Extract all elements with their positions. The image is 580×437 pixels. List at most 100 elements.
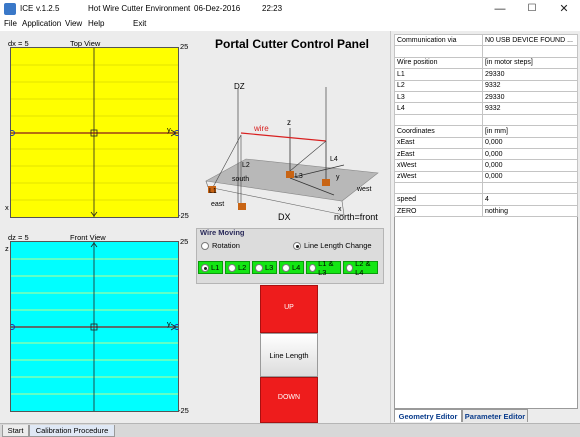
diagram-west-label: west bbox=[356, 186, 371, 193]
info-key: ZERO bbox=[394, 204, 483, 218]
menu-exit[interactable]: Exit bbox=[133, 19, 146, 28]
info-key: L4 bbox=[394, 102, 483, 115]
bottom-tab-bar: Start Calibration Procedure bbox=[0, 423, 580, 437]
info-row: Coordinates [in mm] bbox=[394, 125, 578, 138]
line-length-display: Line Length bbox=[260, 333, 318, 377]
line-l2-l4-radio-indicator bbox=[346, 263, 354, 272]
info-row: Wire position [in motor steps] bbox=[394, 56, 578, 70]
up-button-label: UP bbox=[284, 304, 294, 311]
info-row: zEast 0,000 bbox=[394, 147, 578, 161]
info-value bbox=[482, 182, 578, 195]
info-key: xEast bbox=[394, 136, 483, 149]
info-key: Communication via bbox=[394, 33, 483, 47]
menu-file[interactable]: File bbox=[4, 19, 17, 28]
info-key bbox=[394, 45, 483, 58]
info-value: 0,000 bbox=[482, 147, 578, 161]
info-key: zWest bbox=[394, 170, 483, 184]
line-l1-label: L1 bbox=[211, 263, 220, 272]
info-value: [in mm] bbox=[482, 125, 578, 138]
motor-l4 bbox=[322, 179, 330, 186]
info-value: 0,000 bbox=[482, 170, 578, 184]
line-button-l4[interactable]: L4 bbox=[279, 261, 304, 274]
info-table: Communication via N0 USB DEVICE FOUND ...… bbox=[394, 33, 578, 218]
info-row: speed 4 bbox=[394, 193, 578, 206]
info-value: 0,000 bbox=[482, 136, 578, 149]
line-button-l1-l3[interactable]: L1 & L3 bbox=[306, 258, 341, 277]
info-value: 4 bbox=[482, 193, 578, 206]
menu-help[interactable]: Help bbox=[88, 19, 104, 28]
top-view-max: 25 bbox=[180, 42, 189, 51]
menu-view[interactable]: View bbox=[65, 19, 82, 28]
info-key bbox=[394, 113, 483, 127]
info-key: xWest bbox=[394, 159, 483, 172]
info-row: L3 29330 bbox=[394, 90, 578, 104]
line-button-l2[interactable]: L2 bbox=[225, 261, 250, 274]
control-panel: Portal Cutter Control Panel DZ z wire L2… bbox=[194, 31, 390, 423]
top-view-min: -25 bbox=[178, 211, 189, 220]
line-l3-label: L3 bbox=[265, 263, 274, 272]
diagram-east-label: east bbox=[211, 201, 224, 208]
info-row: L4 9332 bbox=[394, 102, 578, 115]
line-length-change-radio[interactable]: Line Length Change bbox=[293, 241, 372, 250]
top-view-plot[interactable]: y bbox=[10, 47, 179, 218]
line-l4-radio-indicator bbox=[282, 263, 290, 272]
current-date: 06-Dez-2016 bbox=[194, 4, 241, 13]
info-row: L2 9332 bbox=[394, 79, 578, 92]
tab-parameter-editor[interactable]: Parameter Editor bbox=[462, 409, 528, 422]
line-button-l1[interactable]: L1 bbox=[198, 261, 223, 274]
info-row: L1 29330 bbox=[394, 68, 578, 81]
line-button-l2-l4[interactable]: L2 & L4 bbox=[343, 258, 378, 277]
close-button[interactable]: ✕ bbox=[548, 0, 580, 18]
line-l3-radio-indicator bbox=[255, 263, 263, 272]
wire-moving-legend: Wire Moving bbox=[200, 228, 245, 237]
info-value: 29330 bbox=[482, 68, 578, 81]
app-subtitle: Hot Wire Cutter Environment bbox=[88, 4, 191, 13]
info-row bbox=[394, 45, 578, 58]
line-l1-radio-indicator bbox=[201, 263, 209, 272]
line-l1-l3-label: L1 & L3 bbox=[318, 258, 334, 277]
tab-calibration-procedure[interactable]: Calibration Procedure bbox=[29, 425, 115, 437]
info-panel: Communication via N0 USB DEVICE FOUND ...… bbox=[390, 31, 580, 423]
motor-l2 bbox=[238, 203, 246, 210]
front-view-plot[interactable]: y bbox=[10, 241, 179, 412]
up-button[interactable]: UP bbox=[260, 285, 318, 333]
tab-start[interactable]: Start bbox=[2, 425, 29, 437]
rotation-radio-label: Rotation bbox=[212, 241, 240, 250]
info-row: Communication via N0 USB DEVICE FOUND ... bbox=[394, 33, 578, 47]
line-l2-l4-label: L2 & L4 bbox=[355, 258, 371, 277]
line-length-change-radio-indicator bbox=[293, 241, 301, 250]
maximize-button[interactable]: ☐ bbox=[516, 0, 548, 18]
top-view-grid bbox=[11, 48, 178, 217]
menu-application[interactable]: Application bbox=[22, 19, 61, 28]
info-key: speed bbox=[394, 193, 483, 206]
info-key bbox=[394, 182, 483, 195]
line-button-l3[interactable]: L3 bbox=[252, 261, 277, 274]
info-value: 9332 bbox=[482, 79, 578, 92]
line-l4-label: L4 bbox=[292, 263, 301, 272]
rotation-radio[interactable]: Rotation bbox=[201, 241, 240, 250]
top-view-x-axis-label: x bbox=[5, 203, 9, 212]
info-row: xWest 0,000 bbox=[394, 159, 578, 172]
info-value bbox=[482, 113, 578, 127]
diagram-south-label: south bbox=[232, 176, 249, 183]
info-row: xEast 0,000 bbox=[394, 136, 578, 149]
info-key: zEast bbox=[394, 147, 483, 161]
diagram-north-label: north=front bbox=[334, 212, 378, 222]
info-key: L3 bbox=[394, 90, 483, 104]
diagram-l4-label: L4 bbox=[330, 156, 338, 163]
down-button[interactable]: DOWN bbox=[260, 377, 318, 423]
info-row: ZERO nothing bbox=[394, 204, 578, 218]
front-view-grid bbox=[11, 242, 178, 411]
diagram-dz-label: DZ bbox=[234, 82, 245, 91]
app-version: v.1.2.5 bbox=[36, 4, 60, 13]
line-l2-label: L2 bbox=[238, 263, 247, 272]
portal-diagram: DZ z wire L2 L4 south L3 L1 y west east … bbox=[205, 82, 379, 222]
info-value: N0 USB DEVICE FOUND ... bbox=[482, 33, 578, 47]
motor-l3 bbox=[286, 171, 294, 178]
minimize-button[interactable]: — bbox=[484, 0, 516, 18]
app-icon bbox=[4, 3, 16, 15]
tab-geometry-editor[interactable]: Geometry Editor bbox=[394, 409, 462, 422]
info-row bbox=[394, 182, 578, 195]
diagram-z-label: z bbox=[287, 118, 291, 127]
info-row bbox=[394, 113, 578, 127]
